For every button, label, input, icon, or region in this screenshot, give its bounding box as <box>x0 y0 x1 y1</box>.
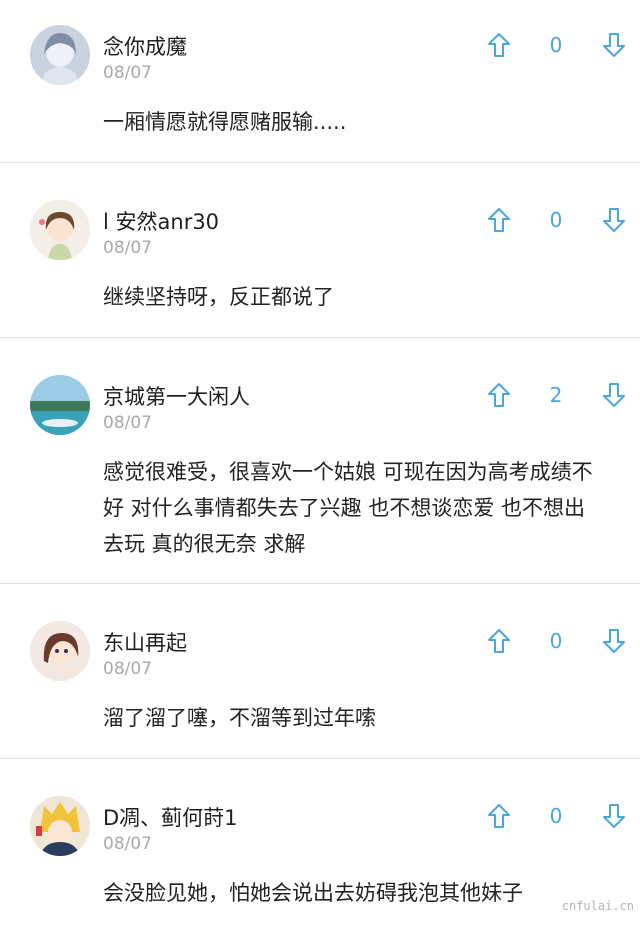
comment-date: 08/07 <box>103 238 152 258</box>
arrow-up-icon <box>488 33 510 57</box>
vote-count: 0 <box>549 33 563 57</box>
comment-item: D凋、蓟何莳1 08/07 0 会没脸见她，怕她会说出去妨碍我泡其他妹子 <box>0 759 640 925</box>
comment-date: 08/07 <box>103 63 152 83</box>
comment-text: 溜了溜了噻，不溜等到过年嗦 <box>103 706 376 730</box>
downvote-button[interactable] <box>599 801 629 831</box>
username[interactable]: 京城第一大闲人 <box>103 381 250 411</box>
comment-date: 08/07 <box>103 413 152 433</box>
arrow-down-icon <box>603 629 625 653</box>
avatar[interactable] <box>30 375 90 435</box>
downvote-button[interactable] <box>599 30 629 60</box>
upvote-button[interactable] <box>484 30 514 60</box>
upvote-button[interactable] <box>484 205 514 235</box>
avatar[interactable] <box>30 200 90 260</box>
arrow-up-icon <box>488 629 510 653</box>
watermark: cnfulai.cn <box>561 899 634 913</box>
comment-date: 08/07 <box>103 834 152 854</box>
comment-text: 感觉很难受，很喜欢一个姑娘 可现在因为高考成绩不好 对什么事情都失去了兴趣 也不… <box>103 460 593 556</box>
vote-count: 0 <box>549 208 563 232</box>
comment-text: 会没脸见她，怕她会说出去妨碍我泡其他妹子 <box>103 881 523 905</box>
comment-text: 一厢情愿就得愿赌服输..... <box>103 110 347 134</box>
arrow-down-icon <box>603 804 625 828</box>
comment-item: 东山再起 08/07 0 溜了溜了噻，不溜等到过年嗦 <box>0 584 640 758</box>
comment-item: 念你成魔 08/07 0 一厢情愿就得愿赌服输..... <box>0 0 640 162</box>
vote-count: 0 <box>549 629 563 653</box>
comment-text: 继续坚持呀，反正都说了 <box>103 285 334 309</box>
comment-date: 08/07 <box>103 659 152 679</box>
avatar[interactable] <box>30 796 90 856</box>
downvote-button[interactable] <box>599 205 629 235</box>
downvote-button[interactable] <box>599 380 629 410</box>
upvote-button[interactable] <box>484 626 514 656</box>
arrow-down-icon <box>603 33 625 57</box>
comment-item: 京城第一大闲人 08/07 2 感觉很难受，很喜欢一个姑娘 可现在因为高考成绩不… <box>0 338 640 583</box>
arrow-down-icon <box>603 208 625 232</box>
arrow-down-icon <box>603 383 625 407</box>
arrow-up-icon <box>488 804 510 828</box>
upvote-button[interactable] <box>484 801 514 831</box>
upvote-button[interactable] <box>484 380 514 410</box>
downvote-button[interactable] <box>599 626 629 656</box>
username[interactable]: 念你成魔 <box>103 31 187 61</box>
username[interactable]: 东山再起 <box>103 627 187 657</box>
vote-count: 0 <box>549 804 563 828</box>
vote-count: 2 <box>549 383 563 407</box>
username[interactable]: l 安然anr30 <box>103 206 219 236</box>
arrow-up-icon <box>488 208 510 232</box>
username[interactable]: D凋、蓟何莳1 <box>103 802 238 832</box>
avatar[interactable] <box>30 621 90 681</box>
comment-item: l 安然anr30 08/07 0 继续坚持呀，反正都说了 <box>0 163 640 337</box>
avatar[interactable] <box>30 25 90 85</box>
arrow-up-icon <box>488 383 510 407</box>
